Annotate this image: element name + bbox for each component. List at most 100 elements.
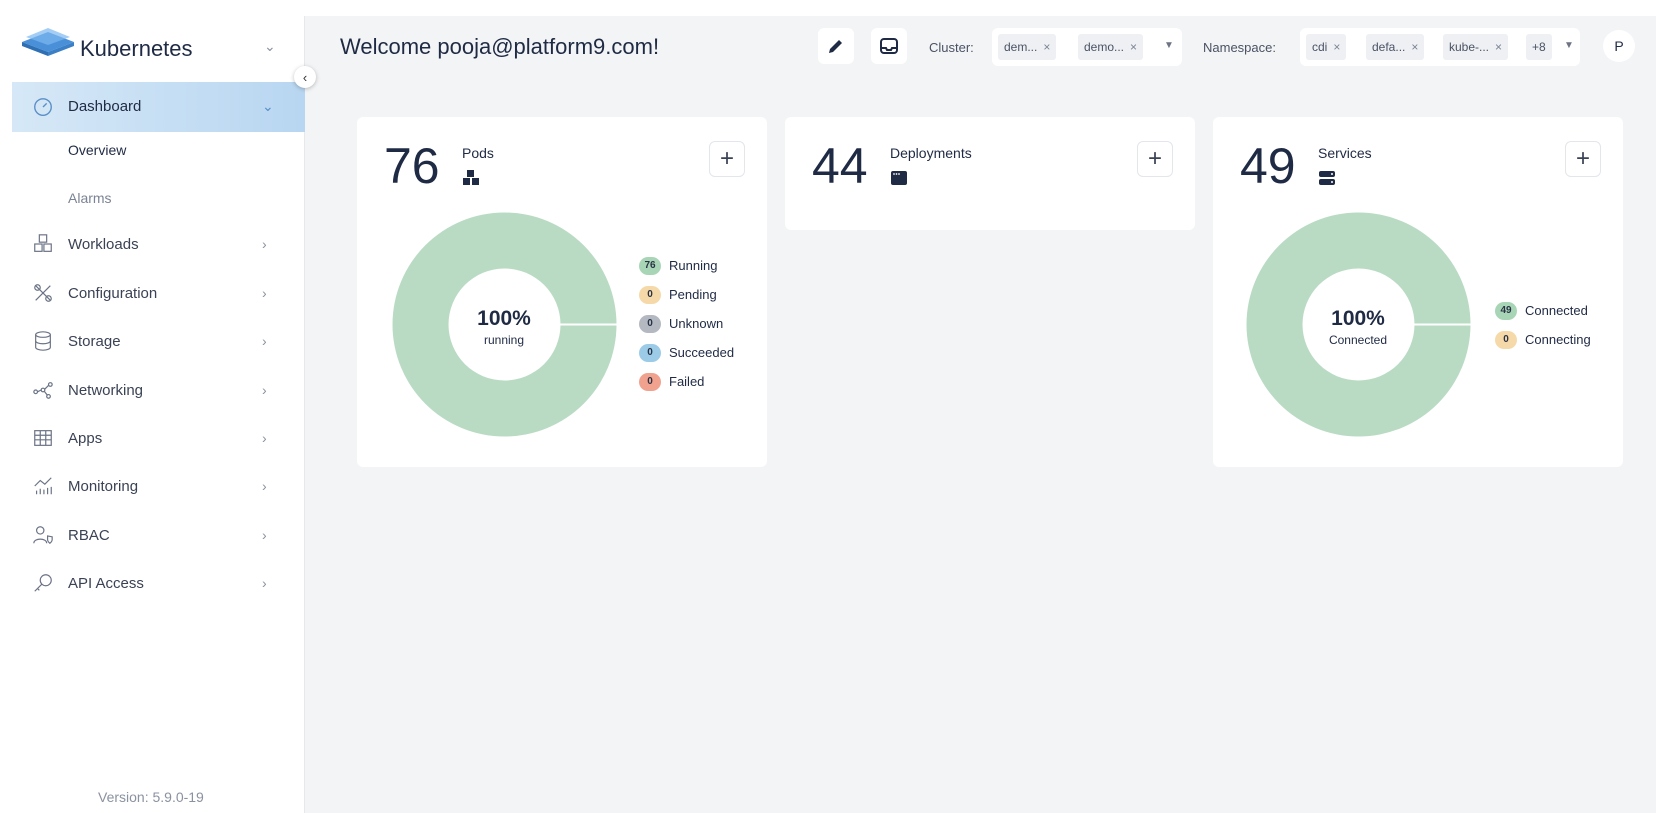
avatar[interactable]: P	[1603, 30, 1635, 62]
cluster-chip[interactable]: demo... ×	[1078, 34, 1144, 60]
nav-label-configuration: Configuration	[68, 284, 158, 302]
nav-item-storage[interactable]: Storage ›	[12, 317, 305, 365]
kubernetes-logo-icon	[22, 28, 74, 56]
legend-label: Connecting	[1525, 332, 1591, 347]
nav-item-networking[interactable]: Networking ›	[12, 366, 305, 414]
chevron-right-icon: ›	[262, 236, 267, 252]
pods-donut-center: 100% running	[459, 307, 549, 347]
nav-label-workloads: Workloads	[68, 235, 139, 253]
deployments-count: 44	[812, 138, 868, 194]
services-legend: 49 Connected 0 Connecting	[1495, 296, 1591, 354]
legend-badge: 76	[639, 256, 661, 275]
sub-item-alarms[interactable]: Alarms	[68, 190, 112, 206]
nav-item-workloads[interactable]: Workloads ›	[12, 220, 305, 268]
legend-badge: 0	[639, 372, 661, 391]
namespace-chip[interactable]: defa... ×	[1366, 34, 1425, 60]
close-icon[interactable]: ×	[1130, 40, 1137, 54]
namespace-chip[interactable]: cdi ×	[1306, 34, 1347, 60]
add-service-button[interactable]: +	[1565, 141, 1601, 177]
chevron-right-icon: ›	[262, 382, 267, 398]
nav-item-monitoring[interactable]: Monitoring ›	[12, 462, 305, 510]
nav-label-storage: Storage	[68, 332, 121, 350]
chevron-down-icon: ⌄	[262, 98, 274, 114]
cluster-chip[interactable]: dem... ×	[998, 34, 1057, 60]
pods-title: Pods	[462, 145, 494, 161]
dropdown-arrow-icon[interactable]: ▼	[1164, 40, 1174, 51]
legend-label: Pending	[669, 287, 717, 302]
network-icon	[33, 382, 53, 399]
user-shield-icon	[33, 526, 53, 545]
collapse-sidebar-button[interactable]: ‹	[294, 66, 316, 88]
pencil-icon	[829, 40, 842, 53]
nav-label-rbac: RBAC	[68, 526, 110, 544]
dropdown-arrow-icon[interactable]: ▼	[1564, 40, 1574, 51]
close-icon[interactable]: ×	[1333, 40, 1340, 54]
edit-button[interactable]	[818, 28, 854, 64]
legend-badge: 0	[639, 285, 661, 304]
version-label: Version: 5.9.0-19	[98, 789, 204, 805]
namespace-label: Namespace:	[1203, 40, 1276, 55]
legend-badge: 0	[639, 314, 661, 333]
nav-label-networking: Networking	[68, 381, 144, 399]
services-card: 49 Services + 100% Connected 49 Connected…	[1213, 117, 1623, 467]
namespace-chip[interactable]: kube-... ×	[1443, 34, 1509, 60]
close-icon[interactable]: ×	[1043, 40, 1050, 54]
welcome-title: Welcome pooja@platform9.com!	[340, 34, 660, 59]
chip-label: defa...	[1372, 40, 1406, 54]
inbox-icon	[880, 38, 898, 54]
cluster-select[interactable]: dem... × demo... × ▼	[992, 28, 1182, 66]
nav-item-api-access[interactable]: API Access ›	[12, 559, 305, 607]
legend-label: Connected	[1525, 303, 1588, 318]
legend-item: 49 Connected	[1495, 296, 1591, 325]
window-icon	[891, 171, 907, 185]
close-icon[interactable]: ×	[1411, 40, 1418, 54]
legend-item: 0 Unknown	[639, 309, 734, 338]
database-icon	[35, 331, 51, 351]
namespace-more-chip[interactable]: +8	[1526, 34, 1552, 60]
chevron-right-icon: ›	[262, 478, 267, 494]
legend-item: 0 Connecting	[1495, 325, 1591, 354]
services-title: Services	[1318, 145, 1372, 161]
chevron-down-icon[interactable]: ⌄	[264, 38, 278, 54]
legend-label: Unknown	[669, 316, 724, 331]
pods-card: 76 Pods + 100% running 76 Running 0 Pendin…	[357, 117, 767, 467]
chevron-left-icon: ‹	[302, 69, 308, 85]
nav-item-dashboard[interactable]: Dashboard ⌄	[12, 82, 305, 132]
chevron-right-icon: ›	[262, 430, 267, 446]
deployments-title: Deployments	[890, 145, 972, 161]
add-deployment-button[interactable]: +	[1137, 141, 1173, 177]
legend-badge: 49	[1495, 301, 1517, 320]
monitoring-chart-icon	[34, 477, 52, 495]
brand-header[interactable]: Kubernetes ⌄	[12, 16, 305, 80]
sub-item-overview[interactable]: Overview	[68, 142, 126, 158]
add-pod-button[interactable]: +	[709, 141, 745, 177]
sidebar: Kubernetes ⌄ Dashboard ⌄ Overview Alarms…	[12, 16, 305, 813]
close-icon[interactable]: ×	[1495, 40, 1502, 54]
namespace-select[interactable]: cdi × defa... × kube-... × +8 ▼	[1300, 28, 1580, 66]
inbox-button[interactable]	[871, 28, 907, 64]
chevron-right-icon: ›	[262, 285, 267, 301]
nav-label-apps: Apps	[68, 429, 103, 447]
cubes-icon	[463, 170, 479, 185]
nav-label-monitoring: Monitoring	[68, 477, 139, 495]
chevron-right-icon: ›	[262, 333, 267, 349]
chevron-right-icon: ›	[262, 575, 267, 591]
nav-item-configuration[interactable]: Configuration ›	[12, 269, 305, 317]
legend-badge: 0	[639, 343, 661, 362]
chip-label: demo...	[1084, 40, 1125, 54]
legend-item: 76 Running	[639, 251, 734, 280]
nav-label-api-access: API Access	[68, 574, 144, 592]
nav-label-dashboard: Dashboard	[68, 98, 142, 115]
deployments-card: 44 Deployments +	[785, 117, 1195, 230]
cubes-icon	[34, 234, 52, 252]
server-icon	[1319, 171, 1335, 185]
legend-label: Running	[669, 258, 718, 273]
nav-item-apps[interactable]: Apps ›	[12, 414, 305, 462]
legend-item: 0 Pending	[639, 280, 734, 309]
brand-title: Kubernetes	[80, 36, 193, 61]
pods-percent-label: running	[483, 333, 525, 347]
services-count: 49	[1240, 138, 1296, 194]
nav-item-rbac[interactable]: RBAC ›	[12, 511, 305, 559]
legend-item: 0 Failed	[639, 367, 734, 396]
pods-legend: 76 Running 0 Pending 0 Unknown 0 Succeeded 0…	[639, 251, 734, 396]
